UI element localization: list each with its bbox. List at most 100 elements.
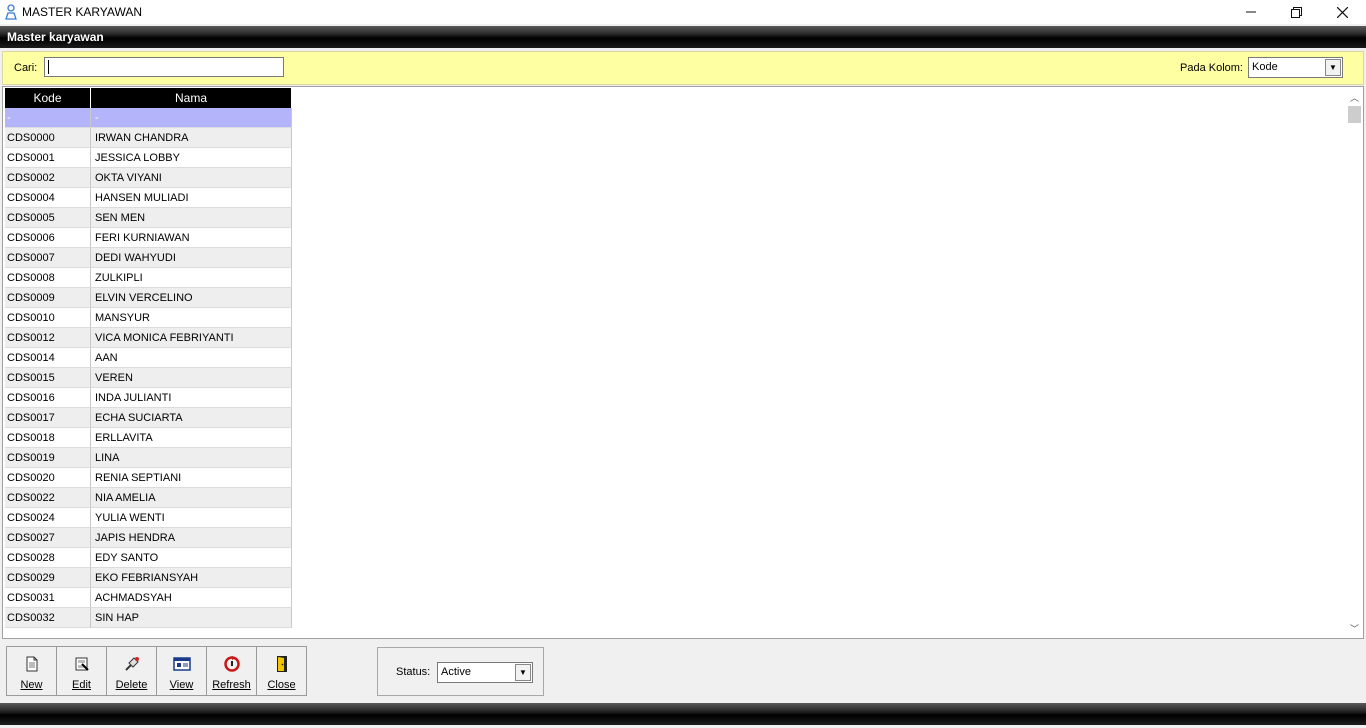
cell-nama[interactable]: FERI KURNIAWAN xyxy=(91,228,292,248)
cell-nama[interactable]: SEN MEN xyxy=(91,208,292,228)
cell-nama[interactable]: ELVIN VERCELINO xyxy=(91,288,292,308)
cell-kode[interactable]: CDS0019 xyxy=(5,448,91,468)
cell-kode[interactable]: CDS0004 xyxy=(5,188,91,208)
cell-nama[interactable]: OKTA VIYANI xyxy=(91,168,292,188)
cell-nama[interactable]: VICA MONICA FEBRIYANTI xyxy=(91,328,292,348)
vertical-scrollbar[interactable]: ︿ ﹀ xyxy=(1346,89,1363,637)
table-row[interactable]: CDS0020 RENIA SEPTIANI xyxy=(5,468,292,488)
table-row[interactable]: CDS0032 SIN HAP xyxy=(5,608,292,628)
column-select-dropdown-button[interactable]: ▼ xyxy=(1325,59,1341,76)
minimize-button[interactable] xyxy=(1228,0,1274,24)
cell-nama[interactable]: SIN HAP xyxy=(91,608,292,628)
table-row[interactable]: CDS0000 IRWAN CHANDRA xyxy=(5,128,292,148)
cell-nama[interactable]: LINA xyxy=(91,448,292,468)
status-select[interactable]: Active ▼ xyxy=(437,662,533,683)
cell-nama[interactable]: ERLLAVITA xyxy=(91,428,292,448)
cell-kode[interactable]: CDS0014 xyxy=(5,348,91,368)
scroll-down-button[interactable]: ﹀ xyxy=(1346,620,1363,637)
table-row[interactable]: CDS0010 MANSYUR xyxy=(5,308,292,328)
table-row[interactable]: CDS0015 VEREN xyxy=(5,368,292,388)
cell-nama[interactable]: JESSICA LOBBY xyxy=(91,148,292,168)
table-row[interactable]: CDS0002 OKTA VIYANI xyxy=(5,168,292,188)
table-row[interactable]: CDS0016 INDA JULIANTI xyxy=(5,388,292,408)
refresh-button[interactable]: Refresh xyxy=(206,646,257,696)
cell-kode[interactable]: CDS0010 xyxy=(5,308,91,328)
table-row[interactable]: CDS0017 ECHA SUCIARTA xyxy=(5,408,292,428)
table-row[interactable]: CDS0031 ACHMADSYAH xyxy=(5,588,292,608)
cell-nama[interactable]: ZULKIPLI xyxy=(91,268,292,288)
column-header-kode[interactable]: Kode xyxy=(5,88,91,108)
cell-kode[interactable]: CDS0012 xyxy=(5,328,91,348)
close-window-button[interactable] xyxy=(1319,0,1365,24)
cell-kode[interactable]: - xyxy=(5,108,91,128)
cell-nama[interactable]: JAPIS HENDRA xyxy=(91,528,292,548)
cell-kode[interactable]: CDS0006 xyxy=(5,228,91,248)
status-group: Status: Active ▼ xyxy=(377,647,544,696)
search-input[interactable] xyxy=(44,57,284,77)
table-row[interactable]: CDS0007 DEDI WAHYUDI xyxy=(5,248,292,268)
cell-nama[interactable]: - xyxy=(91,108,292,128)
table-row[interactable]: CDS0027 JAPIS HENDRA xyxy=(5,528,292,548)
cell-kode[interactable]: CDS0031 xyxy=(5,588,91,608)
cell-nama[interactable]: EKO FEBRIANSYAH xyxy=(91,568,292,588)
table-row[interactable]: CDS0009 ELVIN VERCELINO xyxy=(5,288,292,308)
column-header-nama[interactable]: Nama xyxy=(91,88,292,108)
cell-kode[interactable]: CDS0001 xyxy=(5,148,91,168)
table-row[interactable]: CDS0018 ERLLAVITA xyxy=(5,428,292,448)
cell-nama[interactable]: NIA AMELIA xyxy=(91,488,292,508)
table-row[interactable]: CDS0001 JESSICA LOBBY xyxy=(5,148,292,168)
cell-kode[interactable]: CDS0032 xyxy=(5,608,91,628)
table-row[interactable]: CDS0029 EKO FEBRIANSYAH xyxy=(5,568,292,588)
cell-kode[interactable]: CDS0028 xyxy=(5,548,91,568)
cell-nama[interactable]: VEREN xyxy=(91,368,292,388)
table-row[interactable]: CDS0028 EDY SANTO xyxy=(5,548,292,568)
table-row[interactable]: CDS0022 NIA AMELIA xyxy=(5,488,292,508)
cell-kode[interactable]: CDS0005 xyxy=(5,208,91,228)
table-row[interactable]: CDS0014 AAN xyxy=(5,348,292,368)
cell-nama[interactable]: ACHMADSYAH xyxy=(91,588,292,608)
table-row[interactable]: CDS0004 HANSEN MULIADI xyxy=(5,188,292,208)
column-select[interactable]: Kode ▼ xyxy=(1248,57,1343,78)
cell-kode[interactable]: CDS0020 xyxy=(5,468,91,488)
table-row[interactable]: CDS0024 YULIA WENTI xyxy=(5,508,292,528)
table-row[interactable]: CDS0008 ZULKIPLI xyxy=(5,268,292,288)
cell-kode[interactable]: CDS0007 xyxy=(5,248,91,268)
status-label: Status: xyxy=(396,666,431,678)
close-button[interactable]: Close xyxy=(256,646,307,696)
cell-kode[interactable]: CDS0016 xyxy=(5,388,91,408)
cell-kode[interactable]: CDS0002 xyxy=(5,168,91,188)
status-select-dropdown-button[interactable]: ▼ xyxy=(515,664,531,681)
cell-nama[interactable]: INDA JULIANTI xyxy=(91,388,292,408)
table-row[interactable]: CDS0019 LINA xyxy=(5,448,292,468)
cell-kode[interactable]: CDS0024 xyxy=(5,508,91,528)
cell-nama[interactable]: EDY SANTO xyxy=(91,548,292,568)
cell-nama[interactable]: ECHA SUCIARTA xyxy=(91,408,292,428)
cell-kode[interactable]: CDS0015 xyxy=(5,368,91,388)
table-row[interactable]: -- xyxy=(5,108,292,128)
cell-nama[interactable]: RENIA SEPTIANI xyxy=(91,468,292,488)
cell-kode[interactable]: CDS0000 xyxy=(5,128,91,148)
cell-nama[interactable]: YULIA WENTI xyxy=(91,508,292,528)
edit-button[interactable]: Edit xyxy=(56,646,107,696)
cell-kode[interactable]: CDS0009 xyxy=(5,288,91,308)
cell-nama[interactable]: AAN xyxy=(91,348,292,368)
new-button[interactable]: New xyxy=(6,646,57,696)
scroll-thumb[interactable] xyxy=(1348,106,1361,123)
cell-nama[interactable]: DEDI WAHYUDI xyxy=(91,248,292,268)
restore-button[interactable] xyxy=(1273,0,1319,24)
cell-nama[interactable]: MANSYUR xyxy=(91,308,292,328)
cell-kode[interactable]: CDS0029 xyxy=(5,568,91,588)
cell-kode[interactable]: CDS0008 xyxy=(5,268,91,288)
view-button[interactable]: View xyxy=(156,646,207,696)
table-row[interactable]: CDS0012 VICA MONICA FEBRIYANTI xyxy=(5,328,292,348)
delete-button[interactable]: Delete xyxy=(106,646,157,696)
table-row[interactable]: CDS0005 SEN MEN xyxy=(5,208,292,228)
scroll-up-button[interactable]: ︿ xyxy=(1346,89,1363,106)
cell-kode[interactable]: CDS0027 xyxy=(5,528,91,548)
cell-nama[interactable]: HANSEN MULIADI xyxy=(91,188,292,208)
cell-kode[interactable]: CDS0018 xyxy=(5,428,91,448)
cell-nama[interactable]: IRWAN CHANDRA xyxy=(91,128,292,148)
cell-kode[interactable]: CDS0017 xyxy=(5,408,91,428)
table-row[interactable]: CDS0006 FERI KURNIAWAN xyxy=(5,228,292,248)
cell-kode[interactable]: CDS0022 xyxy=(5,488,91,508)
